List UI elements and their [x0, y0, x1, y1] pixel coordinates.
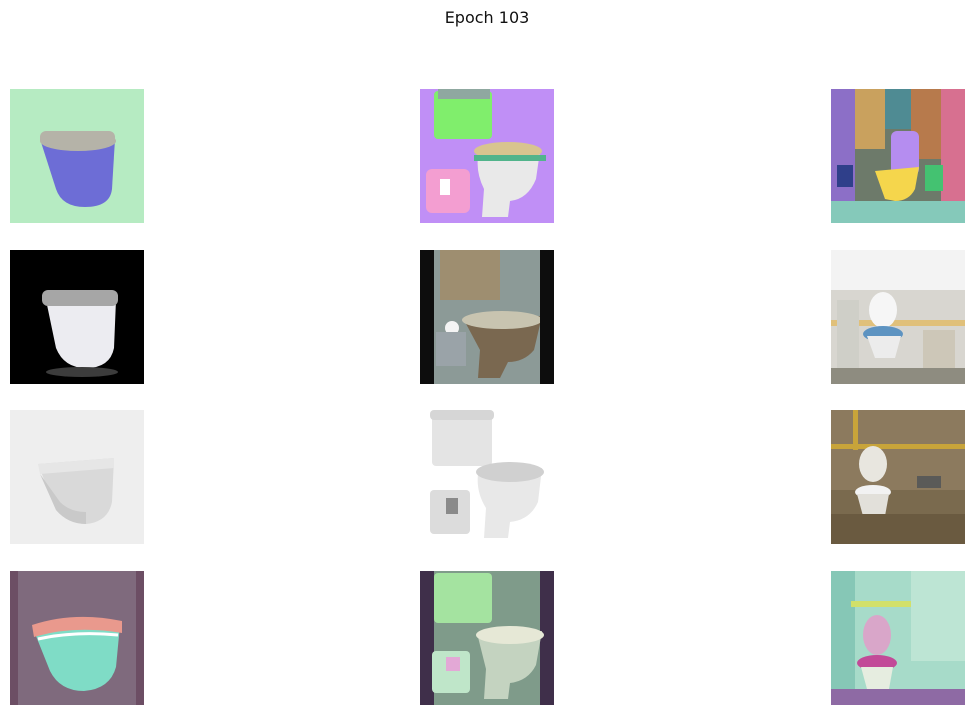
- toilet-generated-image: [10, 250, 144, 384]
- image-tile: [420, 89, 554, 223]
- image-tile: [831, 89, 965, 223]
- image-tile: [420, 571, 554, 705]
- image-tile: [831, 571, 965, 705]
- toilet-segmentation-image: [10, 89, 144, 223]
- toilet-reconstruction-image: [10, 571, 144, 705]
- bathroom-generated-image: [831, 250, 965, 384]
- toilet-photo-image: [10, 410, 144, 544]
- image-tile: [831, 250, 965, 384]
- bathroom-photo-image: [831, 410, 965, 544]
- image-tile: [420, 250, 554, 384]
- image-tile: [10, 89, 144, 223]
- toilet-segmentation-image: [420, 89, 554, 223]
- bathroom-reconstruction-image: [831, 571, 965, 705]
- toilet-reconstruction-image: [420, 571, 554, 705]
- image-tile: [831, 410, 965, 544]
- figure-title: Epoch 103: [444, 8, 530, 27]
- image-tile: [10, 410, 144, 544]
- image-tile: [10, 250, 144, 384]
- toilet-generated-image: [420, 250, 554, 384]
- image-tile: [420, 410, 554, 544]
- toilet-photo-image: [420, 410, 554, 544]
- image-tile: [10, 571, 144, 705]
- bathroom-segmentation-image: [831, 89, 965, 223]
